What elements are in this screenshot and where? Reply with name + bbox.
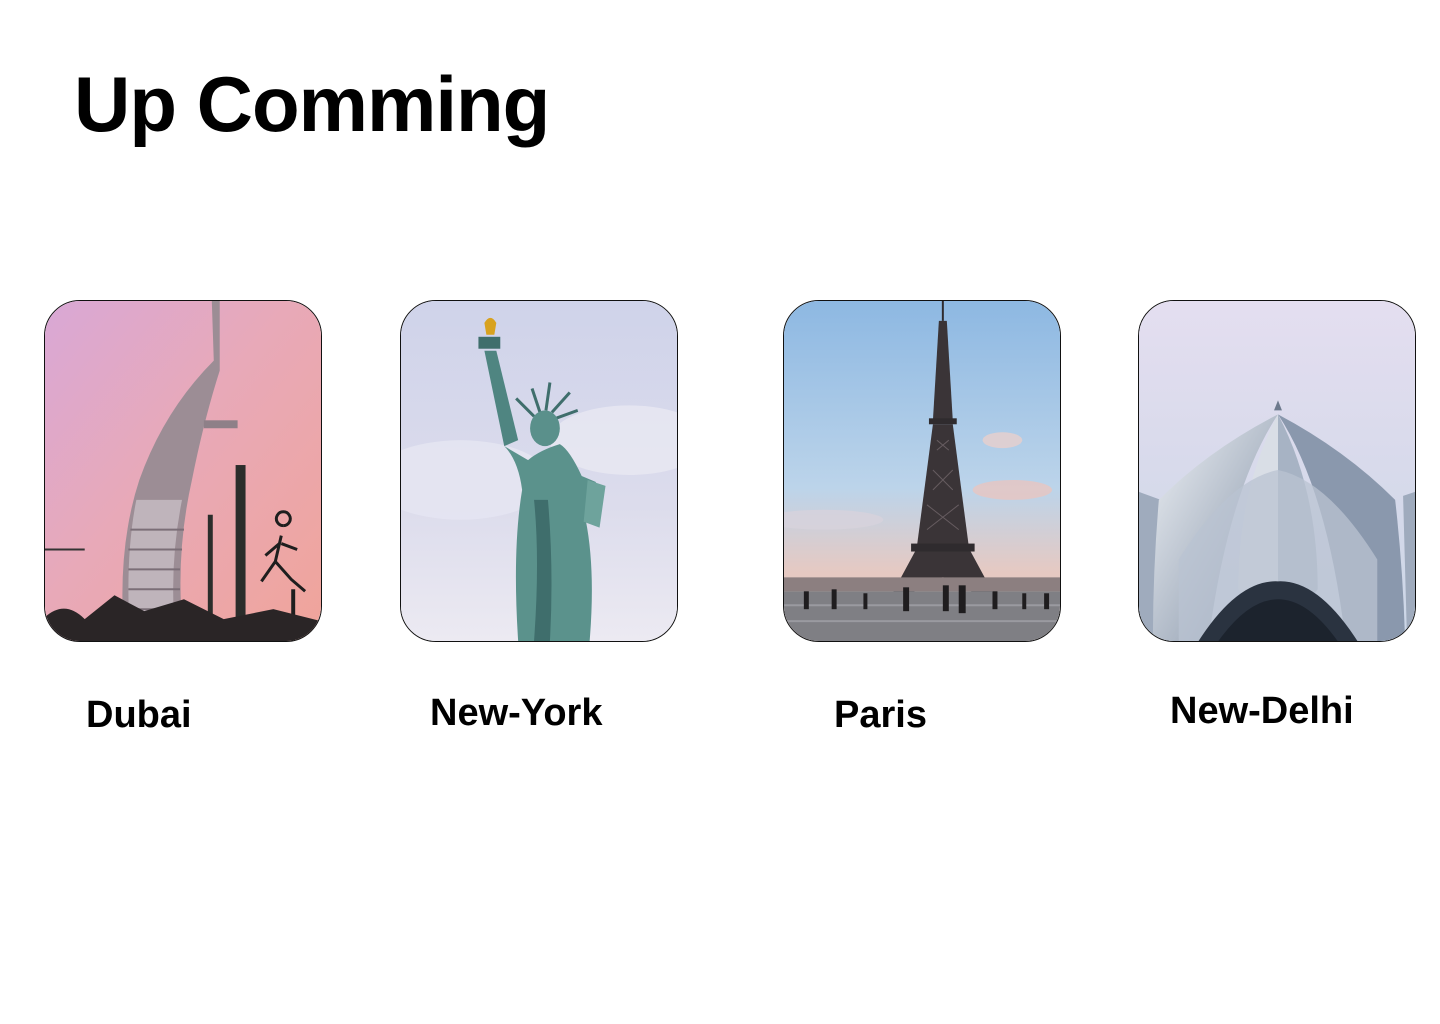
lotus-temple-image [1139, 301, 1415, 641]
city-card-paris[interactable] [783, 300, 1061, 642]
city-label-dubai[interactable]: Dubai [86, 694, 192, 737]
city-label-new-york[interactable]: New-York [430, 692, 602, 735]
city-label-paris[interactable]: Paris [834, 694, 927, 737]
city-label-new-delhi[interactable]: New-Delhi [1170, 690, 1354, 733]
statue-of-liberty-image [401, 301, 677, 641]
eiffel-tower-image [784, 301, 1060, 641]
city-card-new-delhi[interactable] [1138, 300, 1416, 642]
city-card-dubai[interactable] [44, 300, 322, 642]
page-title: Up Comming [74, 60, 550, 148]
burj-al-arab-image [45, 301, 321, 641]
city-card-new-york[interactable] [400, 300, 678, 642]
